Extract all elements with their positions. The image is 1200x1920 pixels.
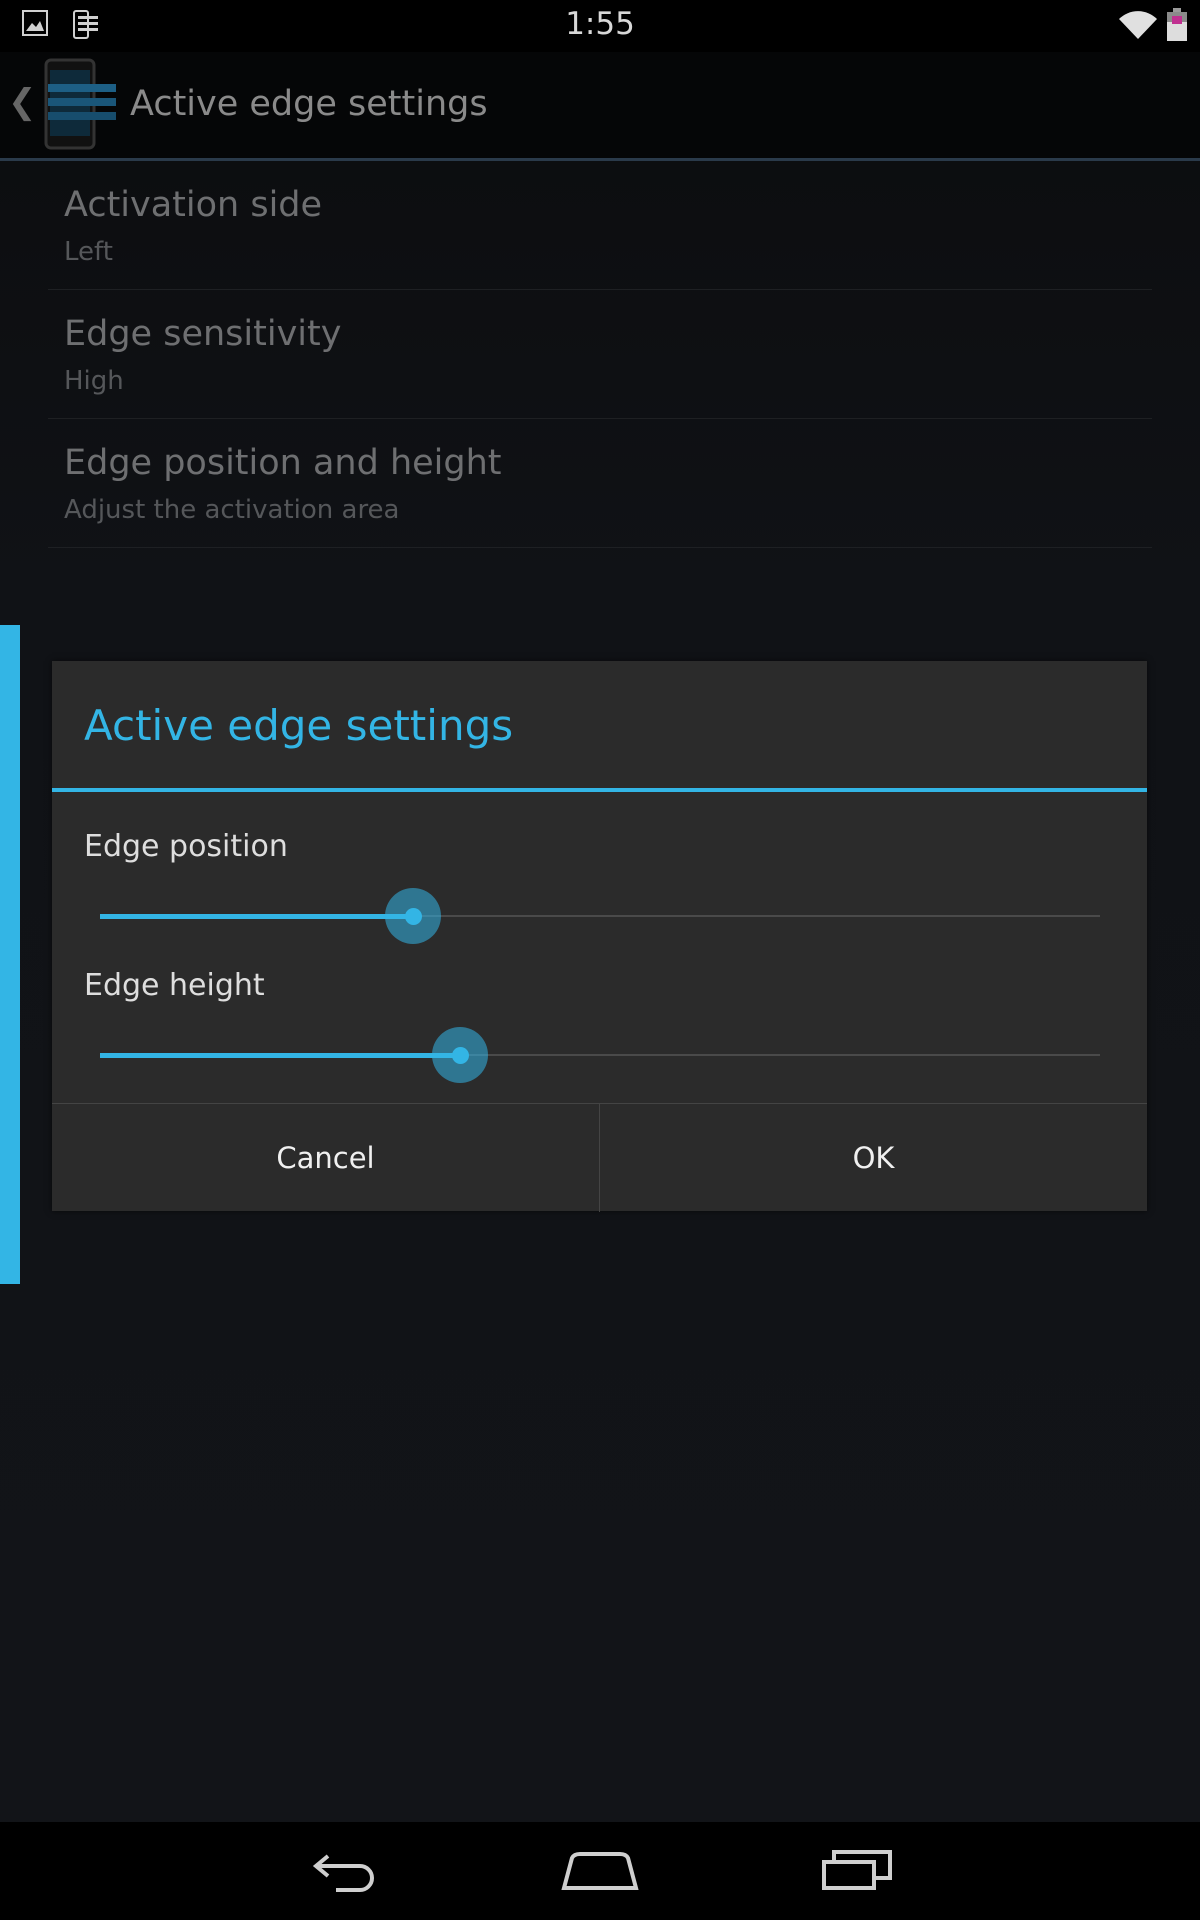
pref-activation-side[interactable]: Activation side Left [48, 161, 1152, 290]
status-time: 1:55 [565, 6, 635, 42]
ok-button[interactable]: OK [600, 1104, 1147, 1212]
action-bar-title: Active edge settings [130, 84, 488, 124]
pref-summary: High [64, 366, 124, 396]
status-bar: 1:55 [0, 0, 1200, 52]
pref-summary: Adjust the activation area [64, 495, 400, 525]
wifi-icon [1118, 10, 1158, 44]
screen: 1:55 ❮ Active edge settings Activation s… [0, 0, 1200, 1920]
home-icon[interactable] [560, 1842, 640, 1902]
chevron-left-icon[interactable]: ❮ [8, 82, 37, 122]
dialog-title: Active edge settings [84, 701, 514, 750]
dialog-title-divider [52, 788, 1147, 792]
slider-fill [100, 1053, 460, 1058]
action-bar: ❮ Active edge settings [0, 52, 1200, 161]
slider-fill [100, 914, 413, 919]
recents-icon[interactable] [820, 1842, 894, 1902]
cancel-button[interactable]: Cancel [52, 1104, 600, 1212]
slider-thumb-dot [405, 908, 422, 925]
edge-position-label: Edge position [84, 829, 288, 864]
edge-settings-dialog: Active edge settings Edge position Edge … [52, 661, 1147, 1212]
pref-summary: Left [64, 237, 113, 267]
pref-title: Activation side [64, 185, 323, 225]
pref-title: Edge sensitivity [64, 314, 342, 354]
dialog-button-bar: Cancel OK [52, 1103, 1147, 1212]
back-icon[interactable] [308, 1842, 378, 1902]
battery-icon [1166, 8, 1188, 46]
slider-thumb-dot [452, 1047, 469, 1064]
navigation-bar [0, 1822, 1200, 1920]
edge-height-slider[interactable] [100, 1020, 1100, 1090]
edge-height-label: Edge height [84, 968, 265, 1003]
app-icon[interactable] [42, 58, 118, 156]
preference-list: Activation side Left Edge sensitivity Hi… [48, 161, 1152, 548]
pref-title: Edge position and height [64, 443, 502, 483]
edge-activation-indicator [0, 625, 20, 1284]
edge-position-slider[interactable] [100, 881, 1100, 951]
pref-edge-sensitivity[interactable]: Edge sensitivity High [48, 290, 1152, 419]
pref-edge-position-height[interactable]: Edge position and height Adjust the acti… [48, 419, 1152, 548]
